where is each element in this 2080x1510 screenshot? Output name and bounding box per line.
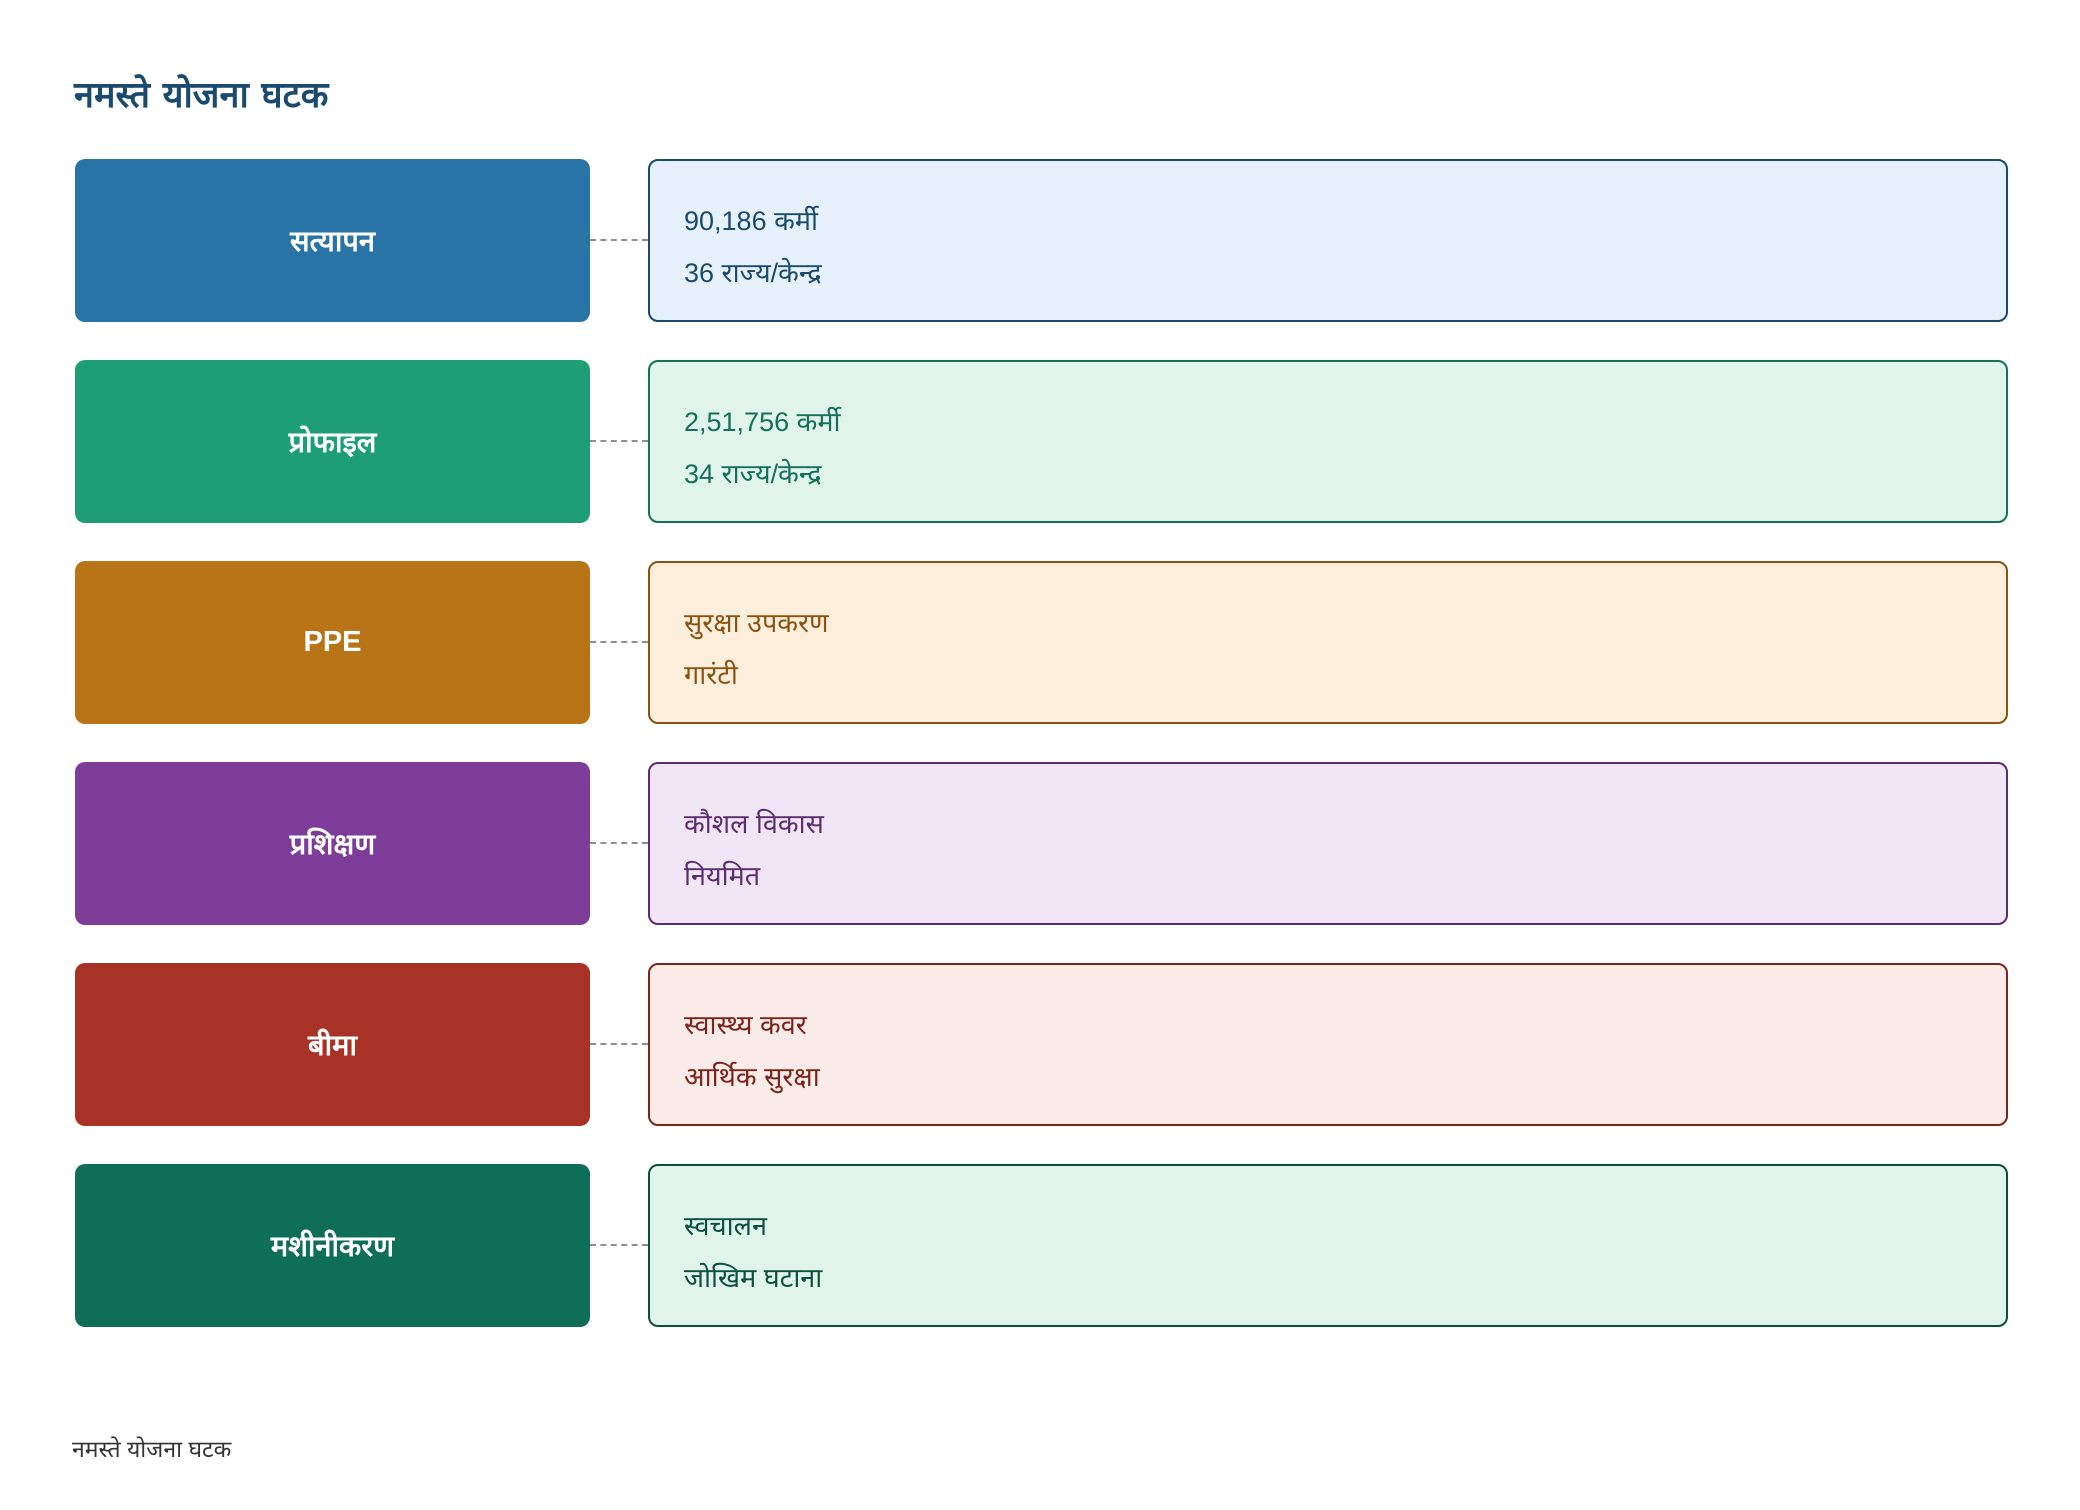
detail-line: स्वास्थ्य कवर (684, 1010, 807, 1040)
detail-line: आर्थिक सुरक्षा (684, 1062, 820, 1092)
detail-line: जोखिम घटाना (684, 1263, 823, 1293)
connector-line (590, 641, 648, 643)
row-insurance: बीमा स्वास्थ्य कवर आर्थिक सुरक्षा (0, 963, 2080, 1126)
label-profile: प्रोफाइल (288, 427, 377, 459)
detail-line: 90,186 कर्मी (684, 206, 818, 236)
row-profile: प्रोफाइल 2,51,756 कर्मी 34 राज्य/केन्द्र (0, 360, 2080, 523)
detail-line: स्वचालन (684, 1211, 767, 1241)
row-mechanization: मशीनीकरण स्वचालन जोखिम घटाना (0, 1164, 2080, 1327)
detail-box-ppe: सुरक्षा उपकरण गारंटी (648, 561, 2008, 724)
detail-line: गारंटी (684, 660, 738, 690)
detail-line: 2,51,756 कर्मी (684, 407, 841, 437)
detail-box-training: कौशल विकास नियमित (648, 762, 2008, 925)
detail-box-insurance: स्वास्थ्य कवर आर्थिक सुरक्षा (648, 963, 2008, 1126)
detail-line: नियमित (684, 861, 761, 891)
footer-caption: नमस्ते योजना घटक (72, 1436, 232, 1462)
connector-line (590, 1043, 648, 1045)
detail-box-profile: 2,51,756 कर्मी 34 राज्य/केन्द्र (648, 360, 2008, 523)
connector-line (590, 239, 648, 241)
connector-line (590, 440, 648, 442)
label-training: प्रशिक्षण (289, 829, 376, 861)
row-ppe: PPE सुरक्षा उपकरण गारंटी (0, 561, 2080, 724)
label-box-training: प्रशिक्षण (75, 762, 590, 925)
label-box-verification: सत्यापन (75, 159, 590, 322)
detail-box-verification: 90,186 कर्मी 36 राज्य/केन्द्र (648, 159, 2008, 322)
label-verification: सत्यापन (290, 226, 375, 258)
label-box-insurance: बीमा (75, 963, 590, 1126)
label-box-ppe: PPE (75, 561, 590, 724)
detail-line: सुरक्षा उपकरण (684, 608, 829, 638)
row-verification: सत्यापन 90,186 कर्मी 36 राज्य/केन्द्र (0, 159, 2080, 322)
detail-line: 36 राज्य/केन्द्र (684, 258, 822, 288)
connector-line (590, 842, 648, 844)
connector-line (590, 1244, 648, 1246)
label-box-profile: प्रोफाइल (75, 360, 590, 523)
label-box-mechanization: मशीनीकरण (75, 1164, 590, 1327)
label-mechanization: मशीनीकरण (270, 1231, 395, 1263)
label-ppe: PPE (303, 626, 362, 658)
detail-line: 34 राज्य/केन्द्र (684, 459, 822, 489)
row-training: प्रशिक्षण कौशल विकास नियमित (0, 762, 2080, 925)
detail-line: कौशल विकास (684, 809, 824, 839)
label-insurance: बीमा (308, 1030, 357, 1062)
page-title: नमस्ते योजना घटक (74, 75, 329, 116)
detail-box-mechanization: स्वचालन जोखिम घटाना (648, 1164, 2008, 1327)
